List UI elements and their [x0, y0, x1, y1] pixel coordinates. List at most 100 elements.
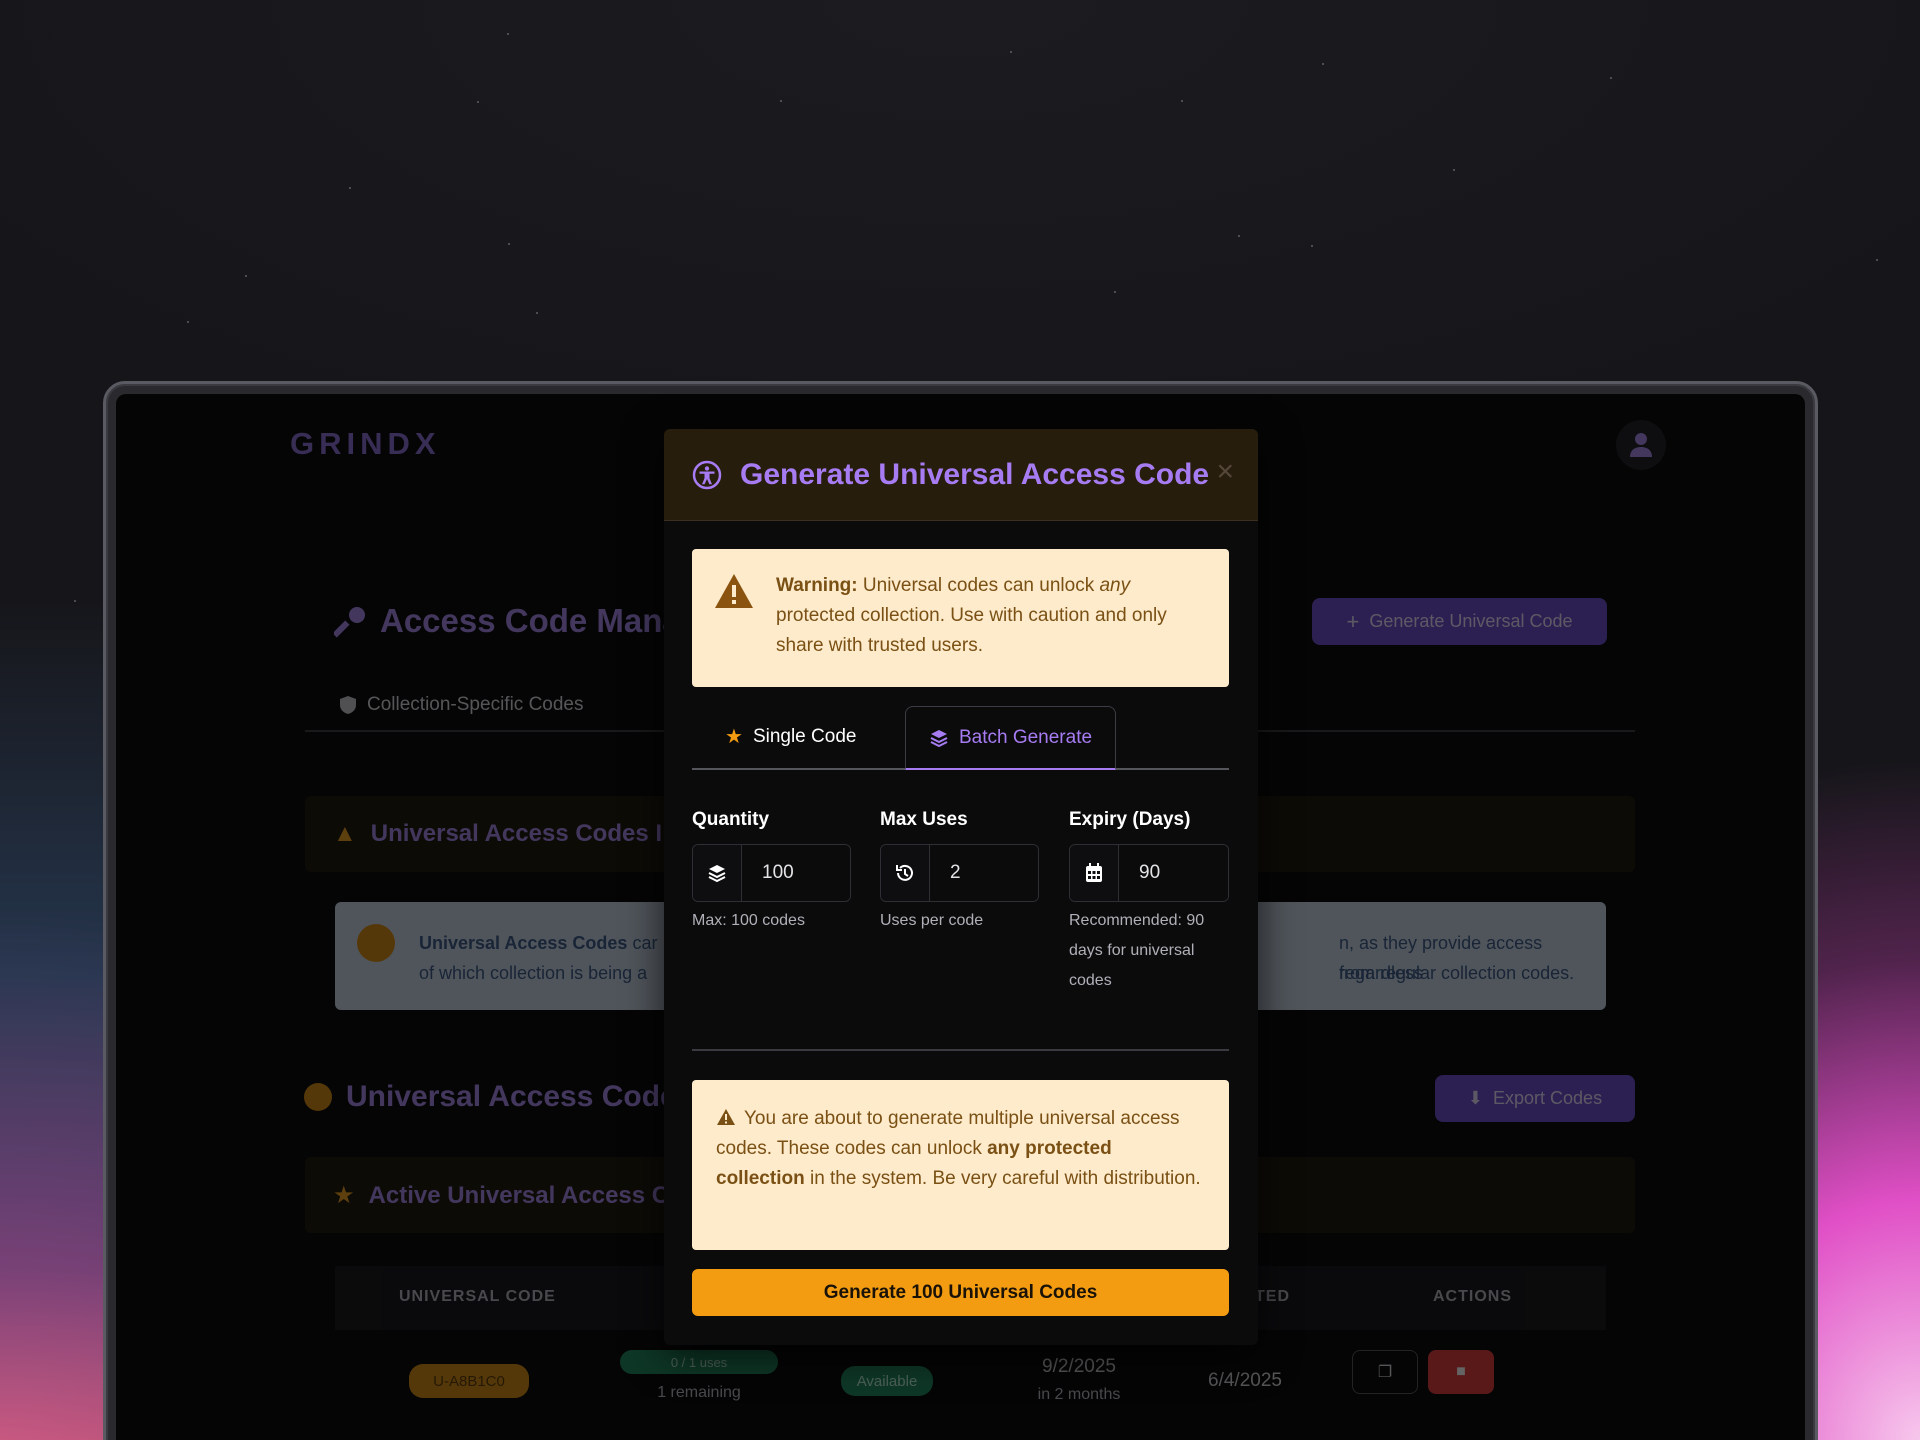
star — [1876, 259, 1878, 261]
calendar-icon — [1070, 845, 1119, 901]
info-text-1: car — [627, 933, 658, 953]
expiry-hint: Recommended: 90 days for universal codes — [1069, 912, 1205, 989]
tab-collection-codes[interactable]: Collection-Specific Codes — [339, 694, 584, 716]
brand-logo: GRINDX — [290, 426, 441, 461]
star-icon: ★ — [725, 726, 743, 748]
batch-warning-text-2: in the system. Be very careful with dist… — [804, 1168, 1201, 1189]
info-text-right-2: from regular collection codes. — [1339, 963, 1575, 983]
app-screen: GRINDX Access Code Mana + Generate Unive… — [116, 394, 1805, 1440]
quantity-input[interactable]: 100 — [742, 845, 850, 901]
generate-universal-code-button[interactable]: + Generate Universal Code — [1312, 598, 1607, 645]
expiry-relative: in 2 months — [1037, 1386, 1121, 1403]
warning-alert: Warning: Universal codes can unlock any … — [692, 549, 1229, 687]
tab-single-code[interactable]: ★ Single Code — [725, 724, 856, 749]
generate-code-modal: Generate Universal Access Code × Warning… — [664, 429, 1258, 1345]
user-icon — [1630, 433, 1652, 457]
generate-mode-tabs: ★ Single Code Batch Generate — [692, 706, 1229, 770]
star — [349, 187, 351, 189]
active-codes-title: ★ Active Universal Access C — [333, 1181, 669, 1210]
warning-italic: any — [1099, 575, 1131, 596]
info-panel-title: ▲ Universal Access Codes I — [333, 820, 662, 848]
tab-single-code-label: Single Code — [752, 725, 857, 747]
info-text-bold: Universal Access Codes — [419, 933, 628, 953]
universal-access-icon — [692, 460, 722, 489]
batch-warning-alert: You are about to generate multiple unive… — [692, 1080, 1229, 1250]
warning-bold: Warning: — [776, 575, 858, 596]
close-button[interactable]: × — [1216, 455, 1234, 489]
divider — [692, 1049, 1229, 1051]
max-uses-field[interactable]: 2 — [880, 844, 1039, 902]
star — [508, 243, 510, 245]
page-title: Access Code Mana — [334, 602, 681, 640]
star-icon: ★ — [333, 1182, 355, 1209]
generate-universal-code-label: Generate Universal Code — [1369, 611, 1573, 631]
warning-icon — [715, 574, 753, 608]
remaining-text: 1 remaining — [657, 1384, 741, 1401]
col-created: TED — [1255, 1288, 1290, 1305]
key-icon — [334, 607, 365, 638]
plus-icon: + — [1346, 608, 1360, 634]
copy-button[interactable]: ❐ — [1352, 1350, 1418, 1394]
star — [187, 321, 189, 323]
star — [1238, 235, 1240, 237]
star — [1114, 291, 1116, 293]
tab-batch-generate-label: Batch Generate — [958, 726, 1093, 748]
info-text-2: of which collection is being a — [419, 963, 648, 983]
export-codes-label: Export Codes — [1493, 1088, 1603, 1108]
created-date: 6/4/2025 — [1208, 1370, 1282, 1391]
star — [536, 312, 538, 314]
delete-button[interactable]: ■ — [1428, 1350, 1494, 1394]
star — [1610, 77, 1612, 79]
quantity-hint: Max: 100 codes — [692, 912, 805, 929]
code-badge[interactable]: U-A8B1C0 — [409, 1364, 529, 1398]
tab-collection-codes-label: Collection-Specific Codes — [367, 694, 584, 715]
generate-codes-button[interactable]: Generate 100 Universal Codes — [692, 1269, 1229, 1316]
status-badge: Available — [841, 1366, 933, 1396]
layers-icon — [930, 729, 948, 747]
star — [74, 600, 76, 602]
info-panel-title-text: Universal Access Codes I — [370, 820, 663, 847]
page-title-text: Access Code Mana — [380, 602, 681, 639]
copy-icon: ❐ — [1377, 1364, 1393, 1381]
col-actions: ACTIONS — [1433, 1288, 1512, 1305]
expiry-label: Expiry (Days) — [1069, 809, 1191, 830]
warning-icon: ▲ — [333, 820, 357, 847]
star — [477, 101, 479, 103]
star — [1322, 63, 1324, 65]
warning-text-2: protected collection. Use with caution a… — [776, 605, 1167, 656]
modal-title: Generate Universal Access Code — [740, 457, 1210, 491]
shield-icon — [340, 696, 356, 714]
tab-batch-generate[interactable]: Batch Generate — [905, 706, 1116, 770]
warning-text-1: Universal codes can unlock — [857, 575, 1100, 596]
col-universal-code: UNIVERSAL CODE — [399, 1288, 556, 1305]
max-uses-label: Max Uses — [880, 809, 968, 830]
expiry-date: 9/2/2025 — [1042, 1356, 1116, 1377]
history-icon — [881, 845, 930, 901]
export-codes-button[interactable]: ⬇ Export Codes — [1435, 1075, 1635, 1122]
expiry-field[interactable]: 90 — [1069, 844, 1229, 902]
star — [1453, 169, 1455, 171]
section-title: Universal Access Code — [304, 1080, 677, 1114]
quantity-label: Quantity — [692, 809, 770, 830]
star — [507, 33, 509, 35]
active-codes-title-text: Active Universal Access C — [368, 1181, 670, 1209]
star — [245, 275, 247, 277]
warning-icon — [717, 1109, 735, 1125]
avatar[interactable] — [1616, 420, 1666, 470]
star — [1311, 245, 1313, 247]
star — [1010, 51, 1012, 53]
uses-badge: 0 / 1 uses — [620, 1350, 778, 1374]
max-uses-input[interactable]: 2 — [930, 845, 1038, 901]
star — [780, 100, 782, 102]
section-title-text: Universal Access Code — [346, 1080, 677, 1113]
universal-access-icon — [357, 924, 395, 962]
max-uses-hint: Uses per code — [880, 912, 984, 929]
universal-access-icon — [304, 1083, 332, 1111]
expiry-input[interactable]: 90 — [1119, 845, 1228, 901]
star — [1181, 100, 1183, 102]
layers-icon — [693, 845, 742, 901]
download-icon: ⬇ — [1467, 1088, 1484, 1108]
trash-icon: ■ — [1456, 1363, 1466, 1380]
modal-header: Generate Universal Access Code × — [664, 429, 1258, 521]
quantity-field[interactable]: 100 — [692, 844, 851, 902]
